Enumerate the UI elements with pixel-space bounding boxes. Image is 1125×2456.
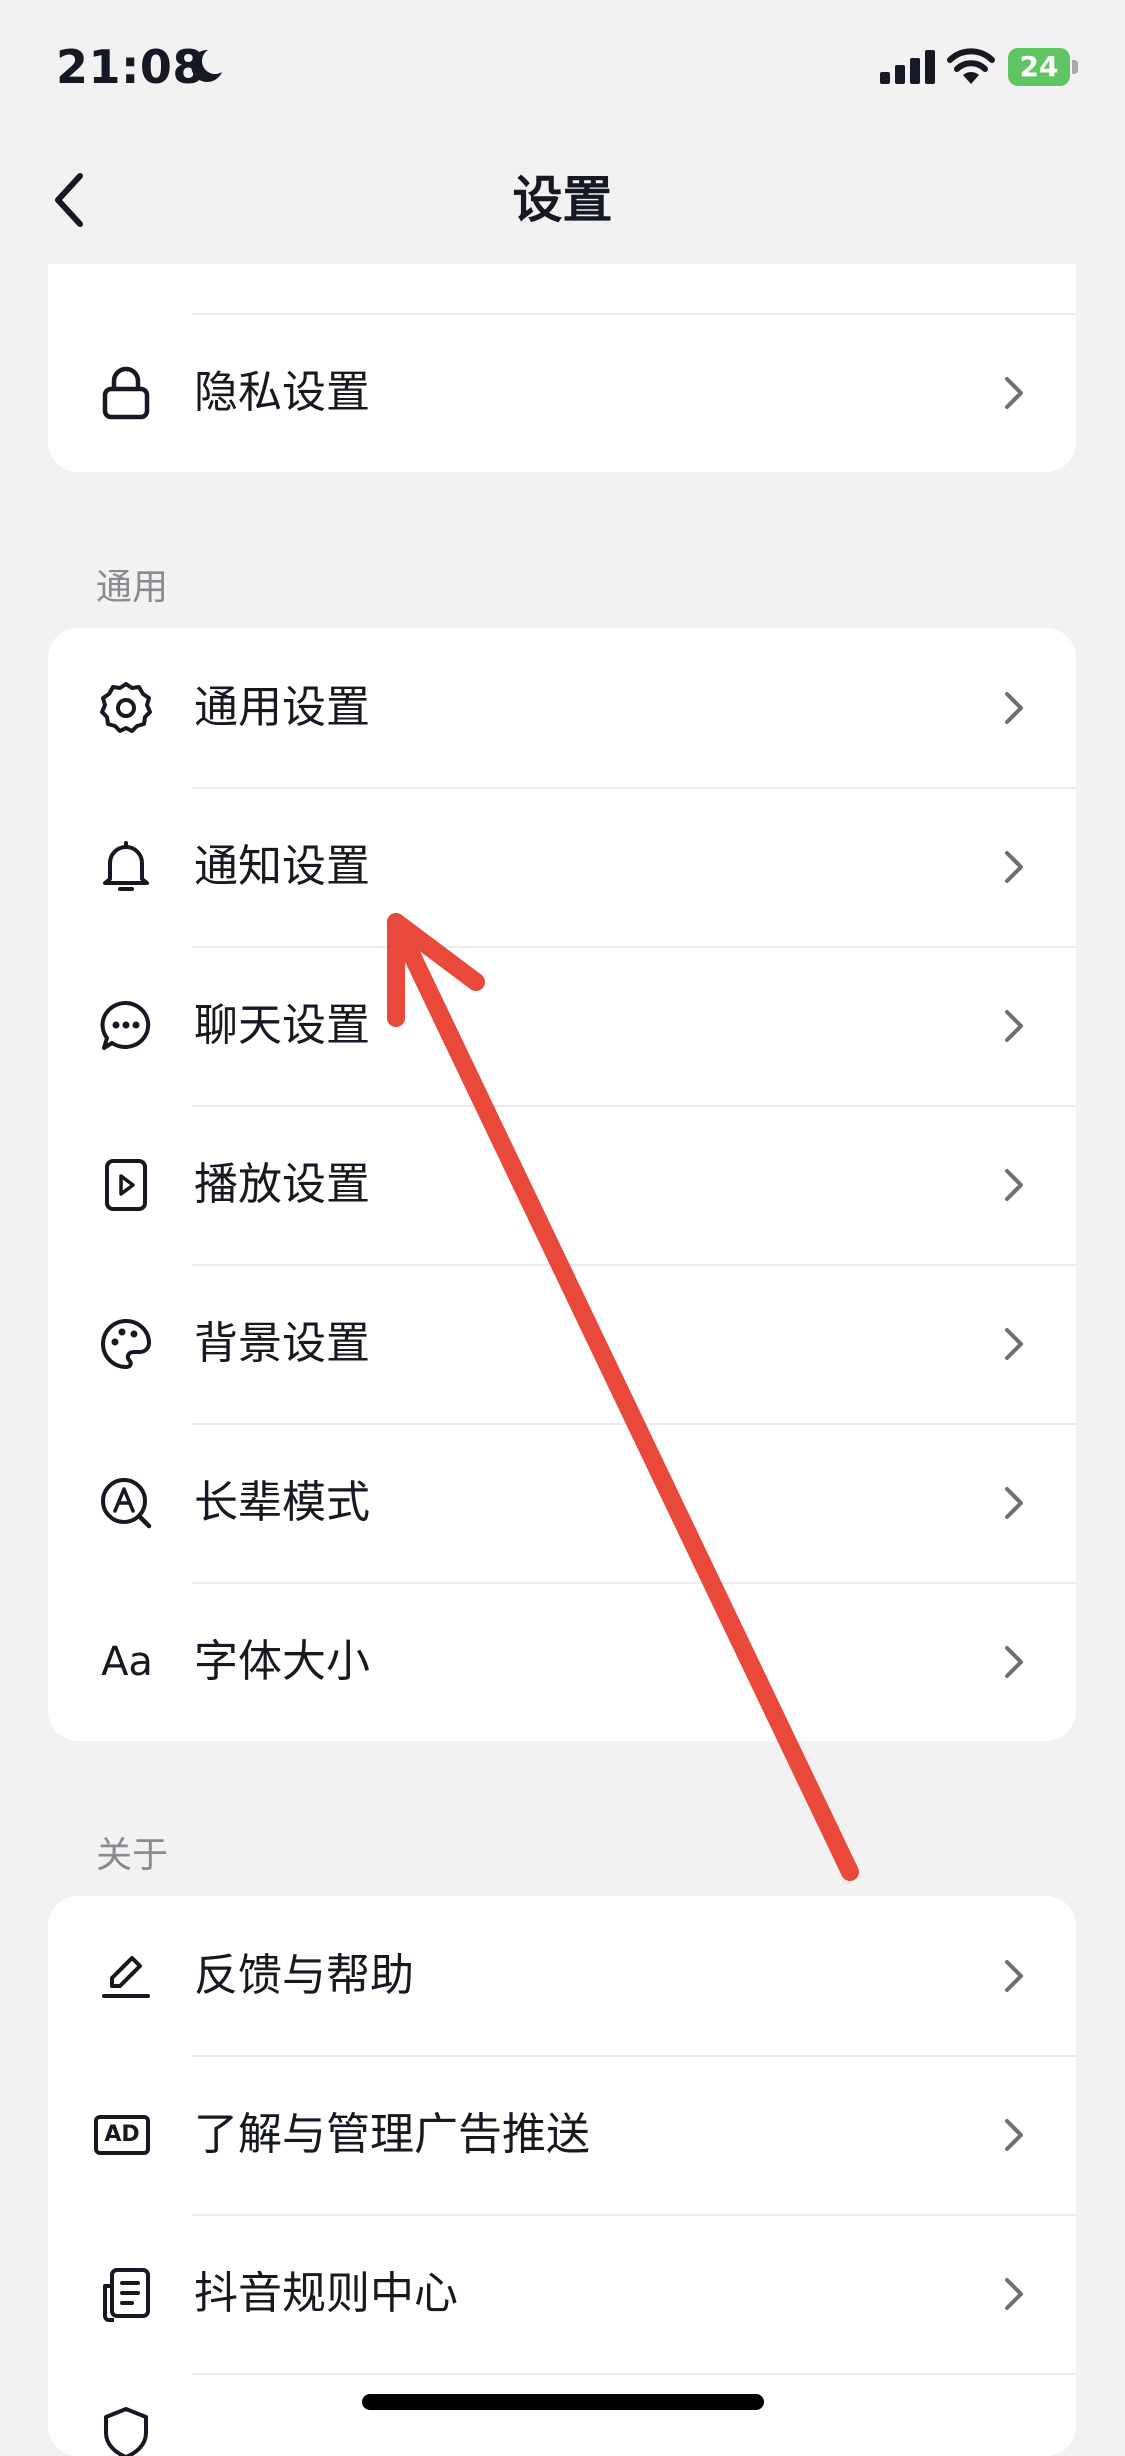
chevron-right-icon [1005, 691, 1023, 724]
settings-row-label: 字体大小 [194, 1636, 370, 1687]
font-size-icon: Aa [101, 1638, 153, 1685]
settings-row-label: 通知设置 [194, 841, 370, 892]
row-divider [192, 2373, 1076, 2375]
section-title-about: 关于 [96, 1835, 169, 1876]
settings-row-label: 长辈模式 [194, 1477, 370, 1528]
shield-icon [96, 2403, 156, 2456]
section-title-general: 通用 [96, 567, 169, 608]
wifi-icon [947, 48, 995, 84]
settings-row-ad-management[interactable]: AD 了解与管理广告推送 [48, 2055, 1076, 2214]
bell-icon [96, 837, 156, 897]
ad-icon-text: AD [104, 2122, 140, 2147]
chevron-right-icon [1005, 1327, 1023, 1360]
privacy-card: 隐私设置 [48, 264, 1076, 472]
chevron-right-icon [1005, 850, 1023, 883]
settings-row-label: 背景设置 [194, 1318, 370, 1369]
chevron-right-icon [1005, 1959, 1023, 1992]
settings-row-partial[interactable] [48, 2373, 1076, 2456]
settings-row-general[interactable]: 通用设置 [48, 628, 1076, 787]
page-title: 设置 [512, 171, 613, 229]
general-card: 通用设置 通知设置 聊天设置 播放设置 背景设置 长辈模式 Aa 字体大小 [48, 628, 1076, 1741]
settings-row-label: 通用设置 [194, 682, 370, 733]
battery-indicator: 24 [1008, 48, 1078, 86]
chevron-right-icon [1005, 2277, 1023, 2310]
elder-mode-icon [96, 1473, 156, 1533]
settings-row-notifications[interactable]: 通知设置 [48, 787, 1076, 946]
chevron-right-icon [1005, 1168, 1023, 1201]
chevron-right-icon [1005, 376, 1023, 409]
settings-row-background[interactable]: 背景设置 [48, 1264, 1076, 1423]
battery-cap [1072, 60, 1078, 74]
settings-row-label: 播放设置 [194, 1159, 370, 1210]
document-list-icon [96, 2264, 156, 2324]
ad-icon: AD [94, 2114, 150, 2155]
settings-row-elder-mode[interactable]: 长辈模式 [48, 1423, 1076, 1582]
lock-icon [96, 363, 156, 423]
play-file-icon [96, 1155, 156, 1215]
settings-row-font-size[interactable]: Aa 字体大小 [48, 1582, 1076, 1741]
chevron-right-icon [1005, 1009, 1023, 1042]
battery-level: 24 [1019, 50, 1059, 83]
signal-icon [880, 50, 935, 84]
moon-icon [191, 49, 222, 82]
settings-row-label: 了解与管理广告推送 [194, 2109, 590, 2160]
palette-icon [96, 1314, 156, 1374]
home-indicator [362, 2394, 764, 2410]
settings-row-playback[interactable]: 播放设置 [48, 1105, 1076, 1264]
settings-row-label: 聊天设置 [194, 1000, 370, 1051]
gear-icon [96, 678, 156, 738]
nav-bar: 设置 [0, 140, 1125, 260]
chevron-right-icon [1005, 1486, 1023, 1519]
status-bar: 21:08 24 [0, 0, 1125, 140]
chevron-right-icon [1005, 2118, 1023, 2151]
settings-row-label: 反馈与帮助 [194, 1950, 414, 2001]
chevron-right-icon [1005, 1645, 1023, 1678]
settings-row-label: 抖音规则中心 [194, 2268, 458, 2319]
settings-row-label: 隐私设置 [194, 367, 370, 418]
status-time: 21:08 [56, 40, 205, 94]
settings-row-rules-center[interactable]: 抖音规则中心 [48, 2214, 1076, 2373]
settings-row-chat[interactable]: 聊天设置 [48, 946, 1076, 1105]
settings-row-privacy[interactable]: 隐私设置 [48, 313, 1076, 472]
pencil-icon [96, 1946, 156, 2006]
settings-row-feedback[interactable]: 反馈与帮助 [48, 1896, 1076, 2055]
chat-bubble-icon [96, 996, 156, 1056]
about-card: 反馈与帮助 AD 了解与管理广告推送 抖音规则中心 [48, 1896, 1076, 2456]
